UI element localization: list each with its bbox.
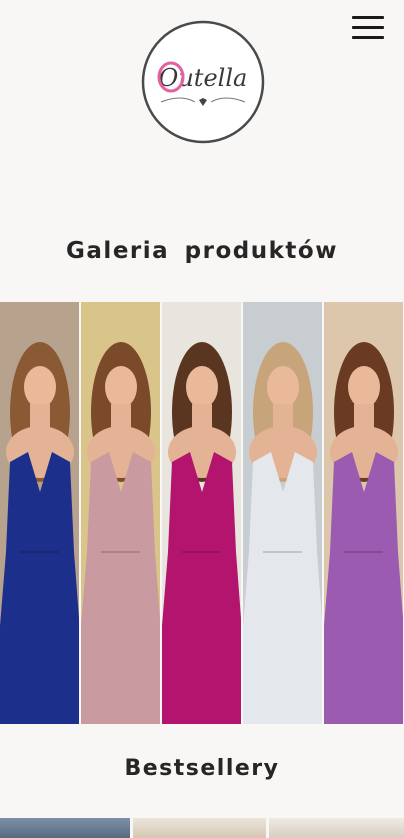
gallery-item-white-dress[interactable]	[243, 302, 322, 724]
bestseller-item[interactable]	[0, 818, 130, 838]
gallery-item-navy-dress[interactable]	[0, 302, 79, 724]
gallery-title: Galeria produktów	[66, 238, 338, 264]
gallery-item-fuchsia-dress[interactable]	[162, 302, 241, 724]
gallery-item-lilac-dress[interactable]	[324, 302, 403, 724]
bestseller-item[interactable]	[133, 818, 266, 838]
gallery-item-powder-pink-dress[interactable]	[81, 302, 160, 724]
bestseller-item[interactable]	[269, 818, 404, 838]
bestsellers-title: Bestsellery	[124, 756, 280, 781]
bestsellers-strip	[0, 818, 404, 838]
logo[interactable]: Outella	[141, 20, 265, 144]
hamburger-menu-icon[interactable]	[352, 14, 386, 40]
product-gallery	[0, 302, 404, 724]
page: Outella Galeria produktów Bestsellery	[0, 0, 404, 838]
logo-text: Outella	[159, 64, 248, 92]
header: Outella	[0, 0, 404, 180]
